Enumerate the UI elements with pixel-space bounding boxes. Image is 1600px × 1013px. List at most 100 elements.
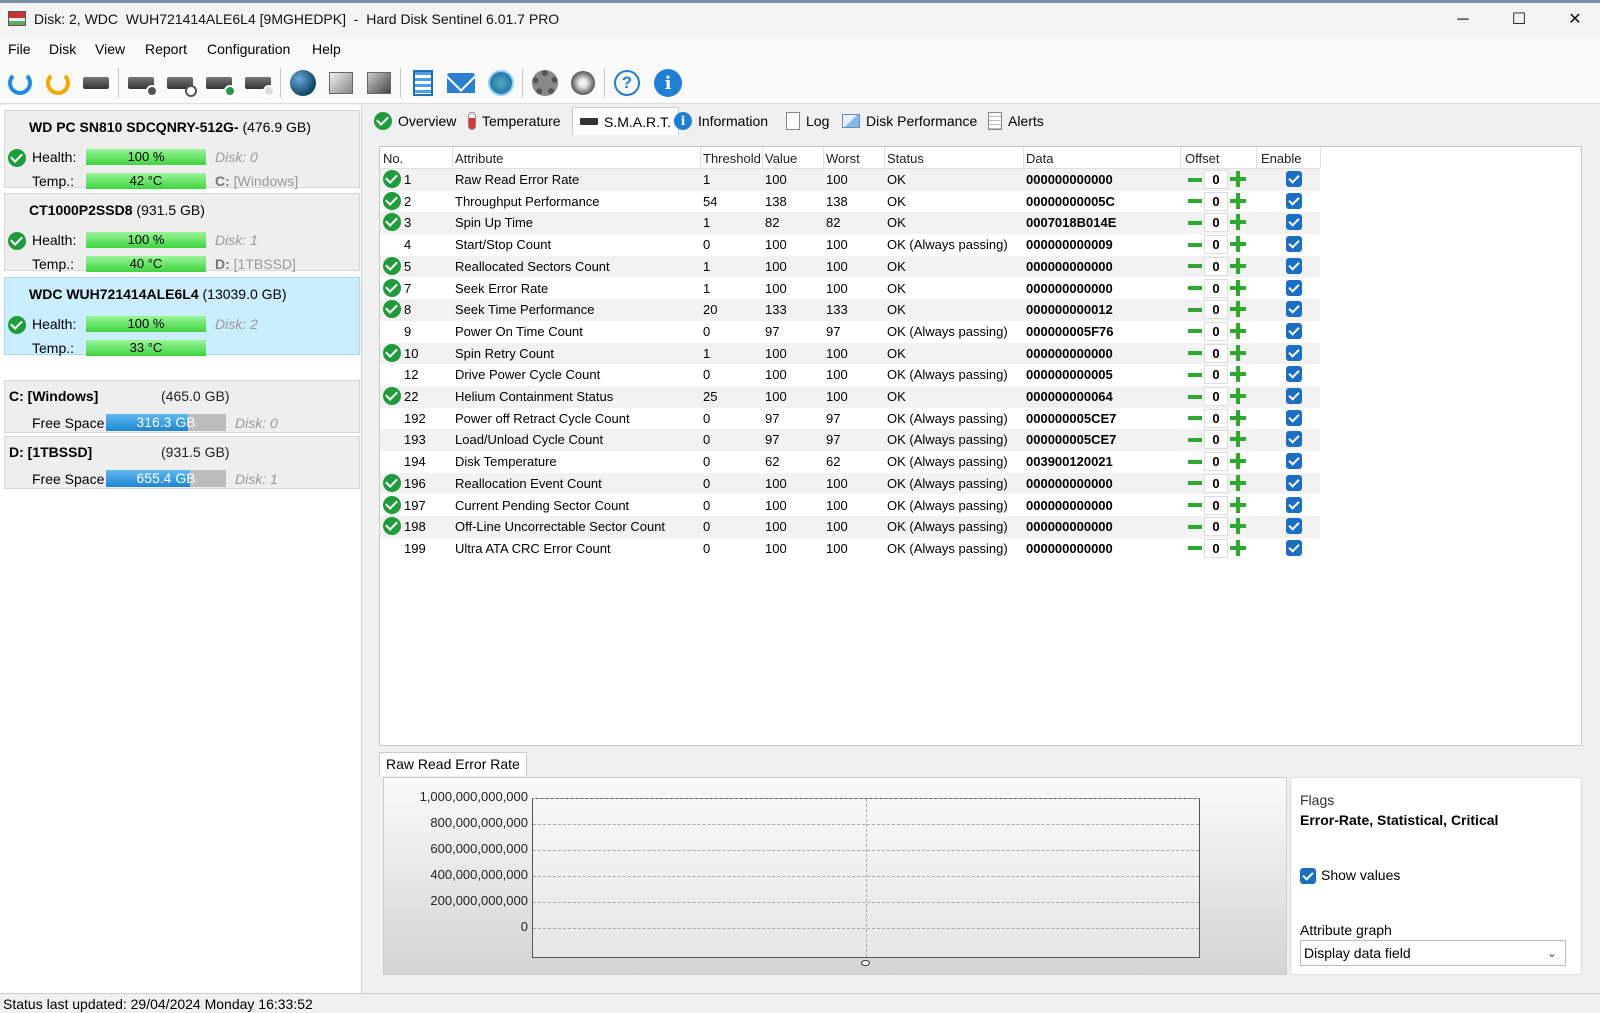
table-row[interactable]: 9 Power On Time Count 0 97 97 OK (Always pass… <box>380 321 1320 343</box>
disk-search-button[interactable] <box>241 66 275 100</box>
help-button[interactable]: ? <box>610 66 644 100</box>
offset-decrease-button[interactable] <box>1186 172 1204 187</box>
server-alt-button[interactable] <box>362 66 396 100</box>
offset-value[interactable]: 0 <box>1204 387 1228 406</box>
enable-checkbox[interactable] <box>1286 279 1302 296</box>
menu-disk[interactable]: Disk <box>49 41 76 57</box>
offset-increase-button[interactable] <box>1230 171 1246 187</box>
offset-decrease-button[interactable] <box>1186 519 1204 534</box>
mail-button[interactable] <box>444 66 478 100</box>
disk-card[interactable]: WD PC SN810 SDCQNRY-512G- (476.9 GB) Hea… <box>4 110 360 189</box>
show-values-label[interactable]: Show values <box>1321 867 1400 883</box>
column-header-attribute[interactable]: Attribute <box>455 151 503 166</box>
offset-value[interactable]: 0 <box>1204 278 1228 298</box>
disk-test-button[interactable] <box>124 66 158 100</box>
disk-list-button[interactable] <box>79 66 113 100</box>
offset-decrease-button[interactable] <box>1186 346 1204 361</box>
column-header-threshold[interactable]: Threshold <box>703 151 761 166</box>
column-header-enable[interactable]: Enable <box>1261 151 1301 166</box>
offset-increase-button[interactable] <box>1230 344 1246 361</box>
offset-increase-button[interactable] <box>1230 322 1246 339</box>
enable-checkbox[interactable] <box>1286 496 1302 513</box>
offset-value[interactable]: 0 <box>1204 235 1228 255</box>
table-row[interactable]: 7 Seek Error Rate 1 100 100 OK 000000000000 0 <box>380 278 1320 300</box>
offset-value[interactable]: 0 <box>1204 408 1228 428</box>
table-row[interactable]: 1 Raw Read Error Rate 1 100 100 OK 00000000000… <box>380 169 1320 191</box>
menu-configuration[interactable]: Configuration <box>207 41 290 57</box>
offset-value[interactable]: 0 <box>1204 473 1228 493</box>
offset-decrease-button[interactable] <box>1186 498 1204 513</box>
partition-card[interactable]: C: [Windows] (465.0 GB) Free Space 316.3… <box>4 380 360 433</box>
column-header-no[interactable]: No. <box>383 151 403 166</box>
table-row[interactable]: 10 Spin Retry Count 1 100 100 OK 000000000000 0 <box>380 342 1320 365</box>
offset-increase-button[interactable] <box>1230 474 1246 491</box>
table-row[interactable]: 5 Reallocated Sectors Count 1 100 100 OK 00000… <box>380 255 1320 278</box>
table-row[interactable]: 2 Throughput Performance 54 138 138 OK 0000000… <box>380 191 1320 213</box>
offset-increase-button[interactable] <box>1230 214 1246 231</box>
offset-increase-button[interactable] <box>1230 366 1246 383</box>
graph-tab-raw-read-error-rate[interactable]: Raw Read Error Rate <box>379 752 527 776</box>
refresh-warning-button[interactable] <box>41 66 75 100</box>
offset-value[interactable]: 0 <box>1204 256 1228 276</box>
table-row[interactable]: 196 Reallocation Event Count 0 100 100 OK (Al… <box>380 472 1320 495</box>
offset-decrease-button[interactable] <box>1186 541 1204 556</box>
notes-button[interactable] <box>406 66 440 100</box>
offset-decrease-button[interactable] <box>1186 215 1204 230</box>
network-globe-button[interactable] <box>286 66 320 100</box>
table-row[interactable]: 192 Power off Retract Cycle Count 0 97 97 OK … <box>380 408 1320 430</box>
table-row[interactable]: 197 Current Pending Sector Count 0 100 100 OK… <box>380 495 1320 517</box>
disk-schedule-button[interactable] <box>163 66 197 100</box>
menu-help[interactable]: Help <box>312 41 341 57</box>
disk-ok-button[interactable] <box>202 66 236 100</box>
offset-decrease-button[interactable] <box>1186 259 1204 274</box>
attribute-graph-select[interactable]: Display data field ⌄ <box>1300 940 1566 966</box>
offset-decrease-button[interactable] <box>1186 237 1204 252</box>
show-values-checkbox[interactable] <box>1300 868 1316 884</box>
enable-checkbox[interactable] <box>1286 192 1302 209</box>
offset-value[interactable]: 0 <box>1204 517 1228 537</box>
offset-value[interactable]: 0 <box>1204 321 1228 341</box>
network-button[interactable] <box>484 66 518 100</box>
enable-checkbox[interactable] <box>1286 322 1302 339</box>
column-header-offset[interactable]: Offset <box>1185 151 1219 166</box>
minimize-button[interactable]: ─ <box>1440 5 1486 35</box>
sound-button[interactable] <box>566 66 600 100</box>
offset-value[interactable]: 0 <box>1204 343 1228 363</box>
enable-checkbox[interactable] <box>1286 236 1302 253</box>
offset-increase-button[interactable] <box>1230 453 1246 470</box>
table-row[interactable]: 194 Disk Temperature 0 62 62 OK (Always passi… <box>380 451 1320 473</box>
offset-increase-button[interactable] <box>1230 257 1246 274</box>
menu-view[interactable]: View <box>95 41 125 57</box>
enable-checkbox[interactable] <box>1286 453 1302 470</box>
enable-checkbox[interactable] <box>1286 301 1302 318</box>
enable-checkbox[interactable] <box>1286 214 1302 231</box>
offset-increase-button[interactable] <box>1230 388 1246 404</box>
offset-decrease-button[interactable] <box>1186 194 1204 209</box>
offset-value[interactable]: 0 <box>1204 538 1228 558</box>
offset-decrease-button[interactable] <box>1186 389 1204 404</box>
offset-decrease-button[interactable] <box>1186 432 1204 447</box>
offset-increase-button[interactable] <box>1230 236 1246 253</box>
menu-report[interactable]: Report <box>145 41 187 57</box>
tab-log[interactable]: Log <box>786 107 829 135</box>
offset-value[interactable]: 0 <box>1204 191 1228 211</box>
close-button[interactable]: ✕ <box>1552 5 1598 35</box>
offset-decrease-button[interactable] <box>1186 454 1204 469</box>
disk-card[interactable]: CT1000P2SSD8 (931.5 GB) Health: 100 % Di… <box>4 193 360 272</box>
enable-checkbox[interactable] <box>1286 474 1302 491</box>
offset-increase-button[interactable] <box>1230 431 1246 448</box>
column-header-value[interactable]: Value <box>765 151 797 166</box>
enable-checkbox[interactable] <box>1286 257 1302 274</box>
tab-smart[interactable]: S.M.A.R.T. <box>572 107 679 135</box>
settings-button[interactable] <box>528 66 562 100</box>
tab-temperature[interactable]: Temperature <box>468 107 561 135</box>
table-row[interactable]: 4 Start/Stop Count 0 100 100 OK (Always passi… <box>380 234 1320 256</box>
refresh-button[interactable] <box>3 66 37 100</box>
offset-increase-button[interactable] <box>1230 409 1246 426</box>
offset-value[interactable]: 0 <box>1204 365 1228 385</box>
offset-increase-button[interactable] <box>1230 518 1246 535</box>
offset-value[interactable]: 0 <box>1204 213 1228 233</box>
server-button[interactable] <box>324 66 358 100</box>
offset-increase-button[interactable] <box>1230 279 1246 296</box>
table-row[interactable]: 3 Spin Up Time 1 82 82 OK 0007018B014E 0 <box>380 212 1320 235</box>
